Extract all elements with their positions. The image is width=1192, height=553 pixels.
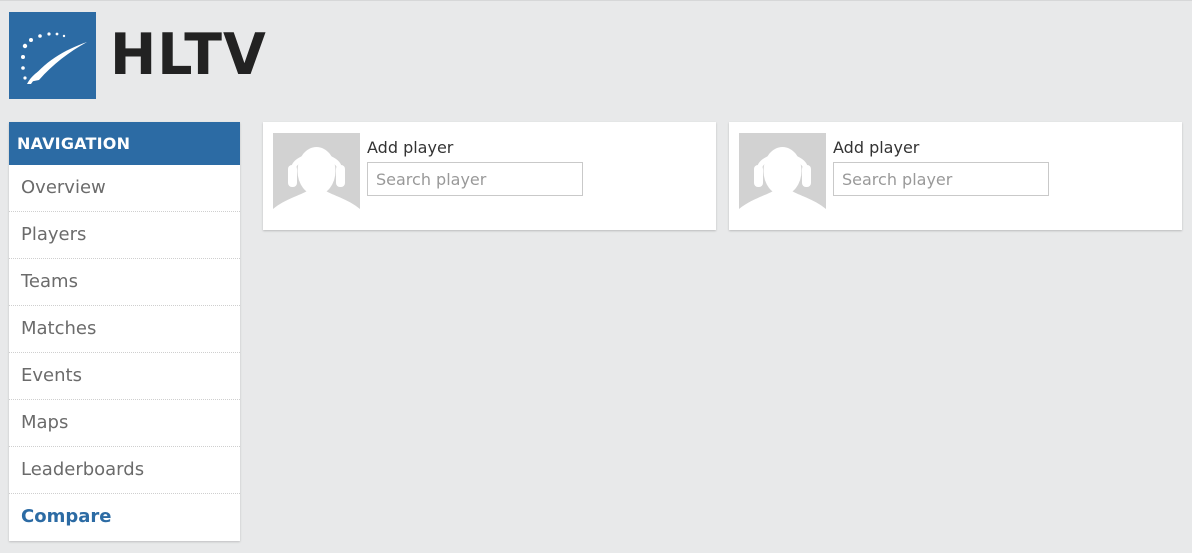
player-compare-card-2: Add player: [729, 122, 1182, 230]
nav-item-maps[interactable]: Maps: [9, 400, 240, 447]
add-player-label: Add player: [367, 138, 454, 157]
hltv-logo-icon: [9, 12, 96, 99]
nav-item-compare[interactable]: Compare: [9, 494, 240, 541]
add-player-label: Add player: [833, 138, 920, 157]
sidebar-navigation: NAVIGATION Overview Players Teams Matche…: [9, 122, 240, 541]
nav-item-matches[interactable]: Matches: [9, 306, 240, 353]
nav-item-events[interactable]: Events: [9, 353, 240, 400]
player-silhouette-icon: [273, 133, 360, 219]
nav-item-teams[interactable]: Teams: [9, 259, 240, 306]
navigation-header: NAVIGATION: [9, 122, 240, 165]
site-logo-link[interactable]: HLTV: [9, 12, 272, 99]
search-player-input[interactable]: [367, 162, 583, 196]
nav-item-leaderboards[interactable]: Leaderboards: [9, 447, 240, 494]
search-player-input[interactable]: [833, 162, 1049, 196]
player-compare-card-1: Add player: [263, 122, 716, 230]
brand-name: HLTV: [110, 22, 267, 88]
nav-item-overview[interactable]: Overview: [9, 165, 240, 212]
nav-item-players[interactable]: Players: [9, 212, 240, 259]
top-divider: [0, 0, 1192, 1]
player-silhouette-icon: [739, 133, 826, 219]
